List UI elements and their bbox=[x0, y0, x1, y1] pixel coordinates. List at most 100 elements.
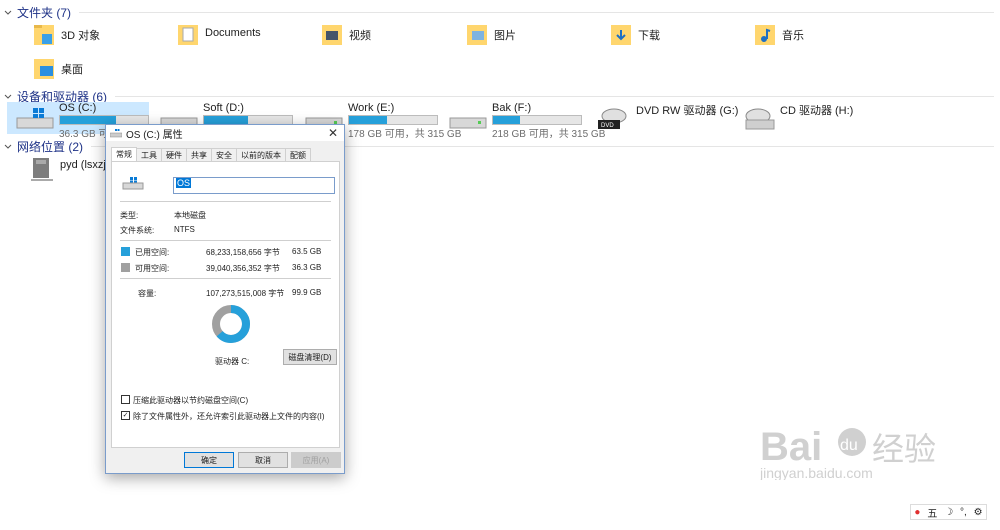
free-space-bytes: 39,040,356,352 字节 bbox=[206, 264, 280, 273]
folder-documents[interactable]: Documents bbox=[177, 22, 261, 48]
folder-label: 音乐 bbox=[782, 30, 804, 42]
drive-usage-bar bbox=[348, 115, 438, 125]
ime-mode[interactable]: 五 bbox=[927, 505, 937, 520]
windows-drive-icon bbox=[122, 177, 144, 190]
paw-icon[interactable]: ● bbox=[914, 507, 920, 518]
pictures-folder-icon bbox=[467, 25, 487, 45]
cancel-button[interactable]: 取消 bbox=[238, 452, 288, 468]
svg-text:du: du bbox=[840, 437, 858, 454]
drive-name: DVD RW 驱动器 (G:) bbox=[636, 105, 739, 117]
free-space-label: 可用空间: bbox=[135, 264, 170, 273]
apply-button[interactable]: 应用(A) bbox=[291, 452, 341, 468]
drive-usage-fill bbox=[204, 116, 248, 124]
folders-header-label: 文件夹 (7) bbox=[17, 6, 72, 20]
compress-label: 压缩此驱动器以节约磁盘空间(C) bbox=[133, 396, 249, 405]
folder-desktop[interactable]: 桌面 bbox=[33, 56, 83, 82]
dvd-drive-icon: DVD bbox=[598, 108, 627, 129]
baidu-watermark: Bai du 经验 jingyan.baidu.com bbox=[759, 420, 960, 483]
folder-label: Documents bbox=[205, 27, 261, 39]
chevron-down-icon bbox=[4, 10, 12, 15]
folder-pictures[interactable]: 图片 bbox=[466, 22, 516, 48]
folder-3d-icon bbox=[34, 25, 54, 45]
disk-usage-donut bbox=[212, 305, 250, 343]
chevron-down-icon bbox=[4, 94, 12, 99]
documents-folder-icon bbox=[178, 25, 198, 45]
properties-dialog: OS (C:) 属性 ✕ 常规 工具 硬件 共享 安全 以前的版本 配额 OS … bbox=[105, 124, 345, 474]
drive-usage-fill bbox=[349, 116, 387, 124]
baidu-logo: Bai du 经验 jingyan.baidu.com bbox=[759, 425, 936, 481]
svg-text:经验: 经验 bbox=[872, 430, 936, 468]
capacity-bytes: 107,273,515,008 字节 bbox=[206, 289, 285, 298]
filesystem-label: 文件系统: bbox=[120, 226, 155, 235]
drive-f[interactable]: Bak (F:) 218 GB 可用，共 315 GB bbox=[440, 102, 605, 140]
svg-text:DVD: DVD bbox=[601, 123, 614, 129]
network-header-label: 网络位置 (2) bbox=[17, 140, 84, 154]
hard-drive-icon bbox=[449, 117, 487, 129]
ime-toolbar: ● 五 ☽ °, ⚙ bbox=[910, 504, 987, 520]
windows-drive-icon bbox=[16, 108, 54, 129]
chevron-down-icon bbox=[4, 144, 12, 149]
folder-label: 3D 对象 bbox=[61, 30, 101, 42]
drive-name: OS (C:) bbox=[59, 102, 97, 114]
drive-name: Bak (F:) bbox=[492, 102, 532, 114]
free-space-swatch bbox=[121, 263, 130, 272]
index-checkbox[interactable]: ✓ bbox=[121, 411, 130, 420]
index-label: 除了文件属性外，还允许索引此驱动器上文件的内容(I) bbox=[133, 412, 325, 421]
desktop-folder-icon bbox=[34, 59, 54, 79]
svg-text:jingyan.baidu.com: jingyan.baidu.com bbox=[760, 465, 873, 480]
divider bbox=[120, 201, 331, 202]
divider bbox=[120, 278, 331, 279]
folder-3d-objects[interactable]: 3D 对象 bbox=[33, 22, 100, 48]
dots-icon[interactable]: °, bbox=[960, 507, 967, 518]
drive-name: CD 驱动器 (H:) bbox=[780, 105, 854, 117]
filesystem-value: NTFS bbox=[174, 225, 195, 234]
svg-text:Bai: Bai bbox=[760, 425, 822, 469]
network-label: pyd (lsxzj) bbox=[60, 159, 110, 171]
capacity-gb: 99.9 GB bbox=[292, 288, 322, 297]
general-panel: OS 类型: 本地磁盘 文件系统: NTFS 已用空间: 68,233,158,… bbox=[111, 161, 340, 448]
downloads-folder-icon bbox=[611, 25, 631, 45]
settings-icon[interactable]: ⚙ bbox=[974, 507, 983, 518]
used-space-bytes: 68,233,158,656 字节 bbox=[206, 248, 280, 257]
close-button[interactable]: ✕ bbox=[328, 126, 338, 140]
divider bbox=[120, 240, 331, 241]
used-space-label: 已用空间: bbox=[135, 248, 170, 257]
network-location-pyd[interactable]: pyd (lsxzj) bbox=[30, 154, 110, 182]
folder-music[interactable]: 音乐 bbox=[754, 22, 804, 48]
folder-label: 视频 bbox=[349, 30, 371, 42]
folder-label: 图片 bbox=[494, 30, 516, 42]
drive-name: Work (E:) bbox=[348, 102, 395, 114]
drive-g[interactable]: DVD DVD RW 驱动器 (G:) bbox=[584, 102, 738, 134]
divider bbox=[79, 12, 994, 13]
used-space-gb: 63.5 GB bbox=[292, 247, 322, 256]
folder-videos[interactable]: 视频 bbox=[321, 22, 371, 48]
folder-downloads[interactable]: 下载 bbox=[610, 22, 660, 48]
moon-icon[interactable]: ☽ bbox=[944, 507, 953, 518]
drive-name-input[interactable]: OS bbox=[173, 177, 335, 194]
free-space-gb: 36.3 GB bbox=[292, 263, 322, 272]
drive-name: Soft (D:) bbox=[203, 102, 244, 114]
drive-usage-fill bbox=[60, 116, 117, 124]
cd-drive-icon bbox=[745, 108, 775, 130]
type-label: 类型: bbox=[120, 211, 139, 220]
drive-h[interactable]: CD 驱动器 (H:) bbox=[728, 102, 870, 134]
music-folder-icon bbox=[755, 25, 775, 45]
videos-folder-icon bbox=[322, 25, 342, 45]
used-space-swatch bbox=[121, 247, 130, 256]
dialog-titlebar[interactable]: OS (C:) 属性 ✕ bbox=[106, 125, 344, 141]
disk-cleanup-button[interactable]: 磁盘清理(D) bbox=[283, 349, 337, 365]
capacity-label: 容量: bbox=[138, 289, 157, 298]
drive-usage-bar bbox=[492, 115, 582, 125]
type-value: 本地磁盘 bbox=[174, 211, 206, 220]
folder-label: 下载 bbox=[638, 30, 660, 42]
folder-label: 桌面 bbox=[61, 64, 83, 76]
ok-button[interactable]: 确定 bbox=[184, 452, 234, 468]
network-computer-icon bbox=[31, 158, 53, 181]
drive-name-value: OS bbox=[176, 178, 192, 188]
dialog-title: OS (C:) 属性 bbox=[126, 129, 183, 141]
folders-header[interactable]: 文件夹 (7) bbox=[0, 4, 1000, 21]
divider bbox=[115, 96, 994, 97]
compress-checkbox[interactable] bbox=[121, 395, 130, 404]
drive-label: 驱动器 C: bbox=[215, 357, 250, 366]
drive-icon bbox=[110, 129, 122, 138]
